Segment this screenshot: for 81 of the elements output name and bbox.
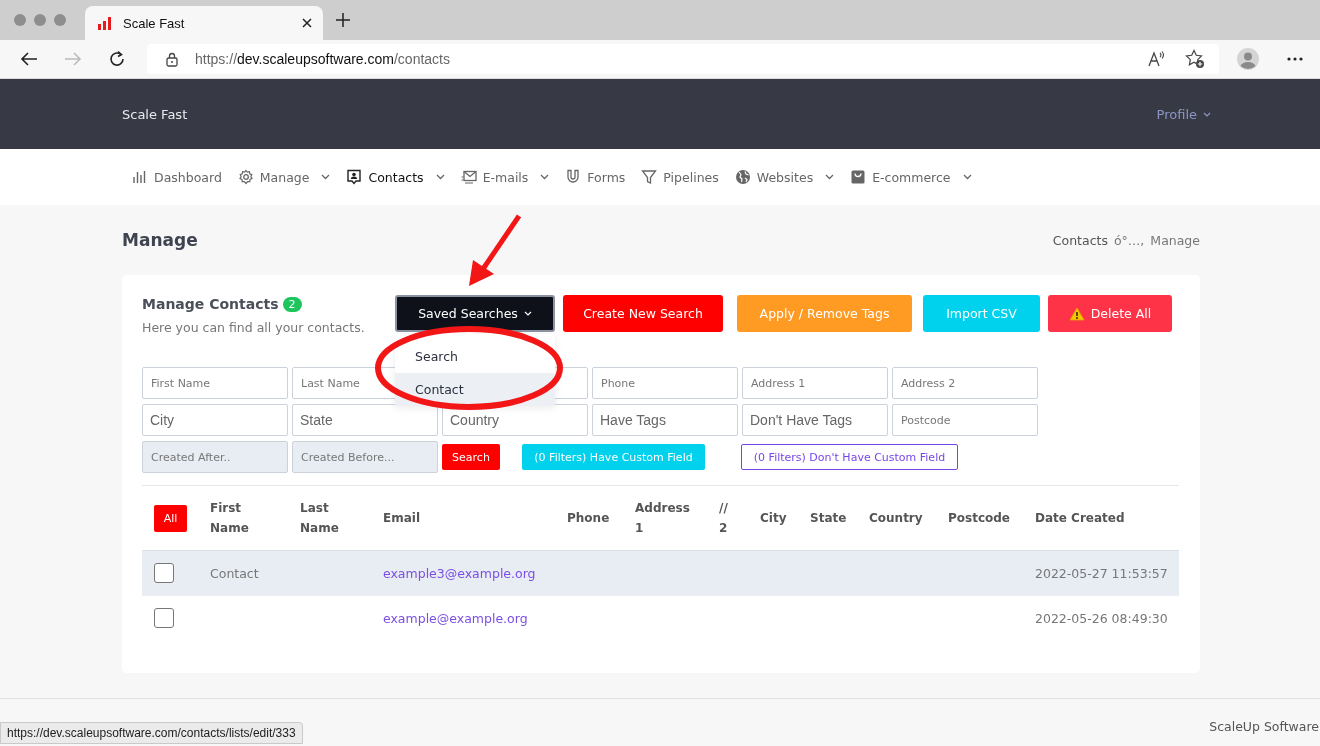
input-field[interactable]: City <box>142 404 288 436</box>
date-field[interactable]: Created Before... <box>292 441 438 473</box>
column-header[interactable]: Postcode <box>948 485 1035 551</box>
input-field[interactable]: Address 1 <box>742 367 888 399</box>
company-name: ScaleUp Software <box>1209 719 1319 734</box>
checkbox[interactable] <box>154 608 174 629</box>
contact-card-icon <box>346 169 363 185</box>
reload-icon[interactable] <box>108 50 126 68</box>
nav-item[interactable]: Dashboard <box>132 169 222 185</box>
input-field[interactable]: Have Tags <box>592 404 738 436</box>
lock-icon <box>165 51 179 67</box>
envelope-icon <box>460 169 477 185</box>
bar-chart-icon <box>97 16 113 30</box>
magnet-icon <box>565 169 582 185</box>
status-url: https://dev.scaleupsoftware.com/contacts/lists/edit/333 <box>0 722 303 744</box>
input-field[interactable]: State <box>292 404 438 436</box>
create-search-button[interactable]: Create New Search <box>563 295 723 332</box>
column-header[interactable]: First Name <box>210 485 300 551</box>
read-aloud-icon[interactable] <box>1147 50 1167 68</box>
profile-menu[interactable]: Profile <box>1156 106 1211 122</box>
nav-item[interactable]: Manage <box>237 169 331 185</box>
avatar-icon[interactable] <box>1237 48 1259 70</box>
nav-item[interactable]: Contacts <box>346 169 445 185</box>
delete-all-button[interactable]: Delete All <box>1048 295 1172 332</box>
table-row[interactable]: example@example.org 2022-05-26 08:49:30 <box>142 595 1179 641</box>
close-icon[interactable] <box>301 17 313 29</box>
address-text[interactable]: https://dev.scaleupsoftware.com/contacts <box>195 51 450 67</box>
brand-name[interactable]: Scale Fast <box>122 106 188 122</box>
favorite-add-icon[interactable] <box>1185 49 1205 69</box>
input-field[interactable]: Phone <box>592 367 738 399</box>
more-icon[interactable] <box>1287 57 1303 61</box>
email-link[interactable]: example@example.org <box>383 610 528 626</box>
nav-item[interactable]: Websites <box>734 169 835 185</box>
tab-title: Scale Fast <box>123 15 186 31</box>
nav-item[interactable]: Forms <box>565 169 626 185</box>
table-row[interactable]: Contact example3@example.org 2022-05-27 11:53:57 <box>142 550 1179 596</box>
bag-icon <box>850 169 867 185</box>
browser-tab[interactable]: Scale Fast <box>85 6 323 40</box>
column-header[interactable]: Email <box>383 485 567 551</box>
breadcrumb-separator: ό°…, <box>1113 232 1145 248</box>
search-button[interactable]: Search <box>442 444 500 470</box>
plus-icon[interactable] <box>335 12 351 28</box>
column-header[interactable]: State <box>810 485 869 551</box>
breadcrumb-link[interactable]: Contacts <box>1052 232 1108 248</box>
input-field[interactable]: Don't Have Tags <box>742 404 888 436</box>
column-header[interactable]: Date Created <box>1035 485 1179 551</box>
date-field[interactable]: Created After.. <box>142 441 288 473</box>
count-badge: 2 <box>282 296 302 312</box>
column-header[interactable]: // 2 <box>719 485 760 551</box>
card-title: Manage Contacts <box>142 296 279 312</box>
input-field[interactable]: Address 2 <box>892 367 1038 399</box>
table-cell: 2022-05-26 08:49:30 <box>1035 610 1168 626</box>
checkbox[interactable] <box>154 563 174 583</box>
nav-item[interactable]: E-commerce <box>850 169 972 185</box>
bar-chart-icon <box>132 169 148 185</box>
saved-searches-button[interactable]: Saved Searches <box>395 295 555 332</box>
input-field[interactable]: Country <box>442 404 588 436</box>
nav-item[interactable]: E-mails <box>460 169 550 185</box>
funnel-icon <box>641 169 658 185</box>
breadcrumb-item: Manage <box>1150 232 1200 248</box>
column-header[interactable]: Country <box>869 485 948 551</box>
column-header[interactable]: City <box>760 485 810 551</box>
warning-icon <box>1068 306 1085 321</box>
page-title: Manage <box>122 230 198 250</box>
nav-item[interactable]: Pipelines <box>641 169 719 185</box>
column-header[interactable]: Address 1 <box>635 485 719 551</box>
back-icon[interactable] <box>20 51 38 67</box>
input-field[interactable]: First Name <box>142 367 288 399</box>
card-subtitle: Here you can find all your contacts. <box>142 320 366 335</box>
select-all-button[interactable]: All <box>154 504 187 532</box>
caret-icon <box>1203 111 1211 117</box>
gear-icon <box>237 169 254 185</box>
caret-icon <box>523 311 532 316</box>
column-header[interactable]: Last Name <box>300 485 383 551</box>
custom-field-button[interactable]: (0 Filters) Don't Have Custom Field <box>741 444 958 470</box>
table-cell: Contact <box>210 565 259 581</box>
table-cell: 2022-05-27 11:53:57 <box>1035 565 1168 581</box>
column-header[interactable]: Phone <box>567 485 635 551</box>
globe-icon <box>734 169 751 185</box>
forward-icon <box>64 51 82 67</box>
input-field[interactable]: Postcode <box>892 404 1038 436</box>
